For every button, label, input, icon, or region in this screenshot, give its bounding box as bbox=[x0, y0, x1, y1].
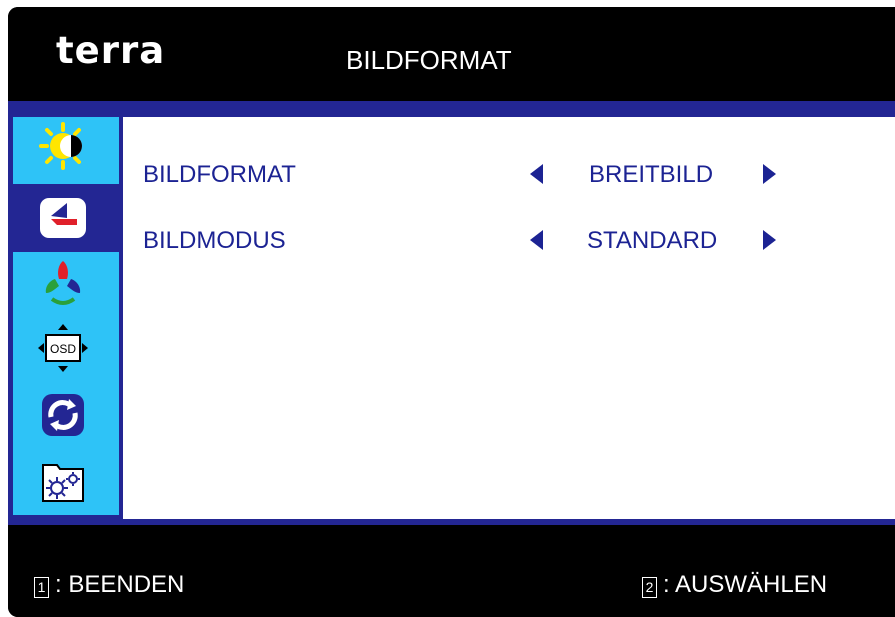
bildformat-value[interactable]: BREITBILD bbox=[589, 161, 713, 189]
menu-content: BILDFORMAT BREITBILD BILDMODUS STANDARD bbox=[123, 117, 895, 519]
bildmodus-value[interactable]: STANDARD bbox=[587, 227, 717, 255]
bildformat-prev-arrow[interactable] bbox=[530, 164, 543, 184]
footer: 1 : BEENDEN 2 : AUSWÄHLEN bbox=[8, 525, 895, 617]
brightness-contrast-icon[interactable] bbox=[37, 120, 89, 172]
settings-icon[interactable] bbox=[37, 455, 89, 507]
bildformat-label: BILDFORMAT bbox=[143, 161, 296, 188]
bildmodus-label: BILDMODUS bbox=[143, 227, 286, 254]
reset-icon[interactable] bbox=[37, 389, 89, 441]
page-title: BILDFORMAT bbox=[346, 45, 512, 75]
header: terra BILDFORMAT bbox=[8, 7, 895, 101]
exit-hint: : BEENDEN bbox=[55, 571, 185, 598]
select-key-icon: 2 bbox=[642, 577, 657, 598]
sidebar: OSD bbox=[13, 117, 119, 515]
select-hint: : AUSWÄHLEN bbox=[663, 571, 828, 598]
osd-position-icon[interactable]: OSD bbox=[37, 322, 89, 374]
bildmodus-next-arrow[interactable] bbox=[763, 230, 776, 250]
svg-text:OSD: OSD bbox=[50, 342, 76, 356]
exit-key-icon: 1 bbox=[34, 577, 49, 598]
brand-logo: terra bbox=[56, 29, 166, 72]
osd-window: terra BILDFORMAT OSD BILDFORMAT BREITBIL… bbox=[8, 7, 895, 617]
bildformat-next-arrow[interactable] bbox=[763, 164, 776, 184]
color-icon[interactable] bbox=[37, 257, 89, 309]
bildmodus-prev-arrow[interactable] bbox=[530, 230, 543, 250]
picture-format-icon[interactable] bbox=[37, 192, 89, 244]
